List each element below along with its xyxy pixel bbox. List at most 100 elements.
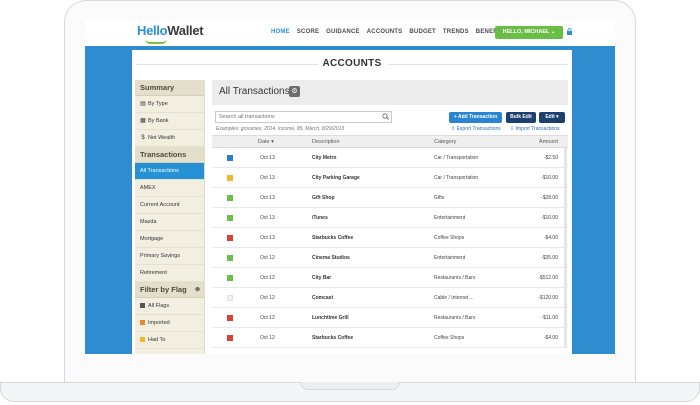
table-scrollbar[interactable] [564, 148, 567, 348]
row-amount: -$28.00 [541, 195, 558, 201]
sidebar-item-label: By Type [148, 101, 168, 107]
flag-icon[interactable] [227, 175, 233, 181]
flag-filter-imported[interactable]: Imported [135, 315, 204, 332]
flag-swatch-icon [140, 319, 145, 325]
row-category: Coffee Shops [434, 335, 465, 341]
flag-filter-all-flags[interactable]: All Flags [135, 298, 204, 315]
table-header: Date ▾ Description Category Amount [212, 135, 568, 148]
sidebar-item-current-account[interactable]: Current Account [135, 197, 204, 214]
table-row[interactable]: Oct 13 iTunes Entertainment -$10.00 [212, 208, 568, 228]
transactions-title: All Transactions [219, 86, 290, 97]
nav-item-guidance[interactable]: GUIDANCE [326, 29, 360, 35]
top-navigation-bar: HelloWallet HOME SCORE GUIDANCE ACCOUNTS BUD… [85, 20, 615, 46]
gear-icon[interactable]: ⚙ [289, 86, 300, 97]
flag-filter-label: Imported [148, 320, 170, 326]
table-row[interactable]: Oct 12 Cinema Studios Entertainment -$35.00 [212, 248, 568, 268]
sidebar-flag-heading: Filter by Flag ⊗ [135, 282, 204, 298]
user-menu-button[interactable]: HELLO, MICHAEL ⌄ [495, 26, 563, 39]
flag-swatch-icon [140, 336, 145, 342]
sidebar-item-all-transactions[interactable]: All Transactions [135, 163, 204, 180]
flag-icon[interactable] [227, 255, 233, 261]
flag-icon[interactable] [227, 195, 233, 201]
table-row[interactable]: Oct 12 City Bar Restaurants / Bars -$512.00 [212, 268, 568, 288]
row-date: Oct 12 [260, 335, 275, 341]
search-icon[interactable] [382, 113, 389, 120]
row-date: Oct 12 [260, 295, 275, 301]
nav-item-home[interactable]: HOME [271, 29, 290, 35]
transactions-main: All Transactions ⚙ Examples: groceries, … [212, 80, 568, 354]
lock-icon[interactable] [567, 28, 572, 35]
row-description: City Bar [312, 275, 332, 281]
column-date[interactable]: Date ▾ [258, 139, 274, 145]
row-description: Comcast [312, 295, 334, 301]
flag-icon[interactable] [227, 295, 233, 301]
table-row[interactable]: Oct 13 City Parking Garage Car / Transport… [212, 168, 568, 188]
sidebar-transactions-heading-label: Transactions [140, 150, 187, 159]
logo-smile-mark [145, 39, 167, 44]
transactions-table: Oct 13 City Metro Car / Transportation -$2.… [212, 148, 568, 348]
sidebar-item-amex[interactable]: AMEX [135, 180, 204, 197]
dollar-icon: $ [141, 135, 145, 141]
table-row[interactable]: Oct 12 Comcast Cable / Internet ... -$120.0… [212, 288, 568, 308]
flag-filter-had-to[interactable]: Had To [135, 332, 204, 349]
sidebar-item-label: Net Wealth [148, 135, 176, 141]
table-row[interactable]: Oct 13 Starbucks Coffee Coffee Shops -$4.00 [212, 228, 568, 248]
row-category: Restaurants / Bars [434, 315, 476, 321]
flag-filter-label: All Flags [148, 303, 170, 309]
row-date: Oct 13 [260, 215, 275, 221]
row-description: City Parking Garage [312, 175, 360, 181]
nav-item-score[interactable]: SCORE [297, 29, 319, 35]
row-category: Gifts [434, 195, 445, 201]
transactions-header: All Transactions ⚙ [212, 80, 568, 105]
nav-item-accounts[interactable]: ACCOUNTS [367, 29, 403, 35]
row-amount: -$11.00 [541, 315, 558, 321]
row-date: Oct 13 [260, 195, 275, 201]
bulk-edit-button[interactable]: Bulk Edit [506, 112, 536, 123]
sidebar-item-primary-savings[interactable]: Primary Savings [135, 248, 204, 265]
row-amount: -$4.00 [543, 335, 558, 341]
flag-icon[interactable] [227, 335, 233, 341]
sidebar-item-by-type[interactable]: ▤ By Type [135, 96, 204, 113]
row-amount: -$512.00 [538, 275, 558, 281]
edit-menu-button[interactable]: Edit ▾ [539, 112, 565, 123]
row-date: Oct 13 [260, 175, 275, 181]
column-amount[interactable]: Amount [539, 139, 558, 145]
clear-filter-icon[interactable]: ⊗ [195, 282, 200, 298]
flag-icon[interactable] [227, 275, 233, 281]
add-transaction-button[interactable]: + Add Transaction [449, 112, 502, 123]
table-row[interactable]: Oct 13 Gift Shop Gifts -$28.00 [212, 188, 568, 208]
export-transactions-link[interactable]: ⇪ Export Transactions [451, 126, 501, 132]
row-category: Restaurants / Bars [434, 275, 476, 281]
sidebar-item-retirement[interactable]: Retirement [135, 265, 204, 282]
row-date: Oct 12 [260, 315, 275, 321]
row-amount: -$10.00 [541, 215, 558, 221]
row-amount: -$35.00 [541, 255, 558, 261]
column-category[interactable]: Category [434, 139, 456, 145]
row-description: City Metro [312, 155, 337, 161]
import-transactions-link[interactable]: ⇩ Import Transactions [510, 126, 560, 132]
table-row[interactable]: Oct 12 Starbucks Coffee Coffee Shops -$4.00 [212, 328, 568, 348]
app-screen: HelloWallet HOME SCORE GUIDANCE ACCOUNTS BUD… [85, 20, 615, 354]
sidebar-item-net-wealth[interactable]: $ Net Wealth [135, 130, 204, 147]
row-category: Entertainment [434, 215, 466, 221]
page-title: ACCOUNTS [322, 58, 382, 69]
row-description: Starbucks Coffee [312, 335, 354, 341]
sidebar-item-mortgage[interactable]: Mortgage [135, 231, 204, 248]
column-description[interactable]: Description [312, 139, 340, 145]
flag-icon[interactable] [227, 235, 233, 241]
table-row[interactable]: Oct 13 City Metro Car / Transportation -$2.… [212, 148, 568, 168]
flag-swatch-icon [140, 302, 145, 308]
row-description: Cinema Studios [312, 255, 350, 261]
nav-item-trends[interactable]: TRENDS [443, 29, 469, 35]
row-category: Entertainment [434, 255, 466, 261]
hellowallet-logo[interactable]: HelloWallet [137, 23, 204, 38]
sidebar-flag-heading-label: Filter by Flag [140, 285, 187, 294]
sidebar-item-by-bank[interactable]: ▦ By Bank [135, 113, 204, 130]
table-row[interactable]: Oct 12 Lunchtime Grill Restaurants / Bars -… [212, 308, 568, 328]
search-input[interactable] [215, 111, 392, 123]
nav-item-budget[interactable]: BUDGET [409, 29, 436, 35]
sidebar-item-mazda[interactable]: Mazda [135, 214, 204, 231]
flag-icon[interactable] [227, 215, 233, 221]
flag-icon[interactable] [227, 315, 233, 321]
flag-icon[interactable] [227, 155, 233, 161]
